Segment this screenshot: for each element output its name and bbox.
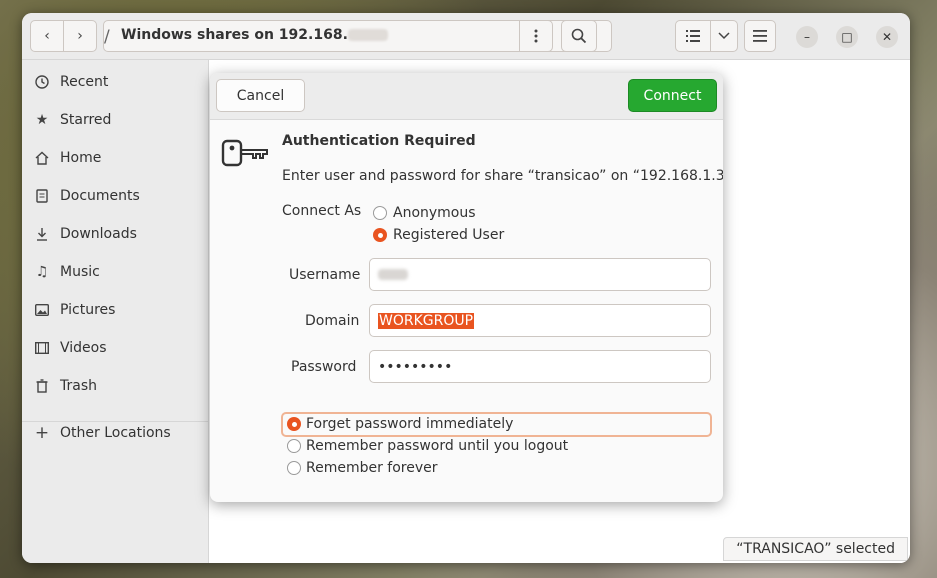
- registered-user-radio[interactable]: [373, 228, 387, 242]
- sidebar-item-downloads[interactable]: Downloads: [34, 222, 137, 246]
- registered-user-label[interactable]: Registered User: [393, 227, 504, 243]
- sidebar-item-starred[interactable]: ★ Starred: [34, 108, 112, 132]
- remember-until-logout-radio[interactable]: [287, 439, 301, 453]
- sidebar-item-music[interactable]: ♫ Music: [34, 260, 100, 284]
- sidebar-item-label: Home: [60, 150, 102, 166]
- path-menu-button[interactable]: [519, 20, 553, 52]
- headerbar: ‹ › / Windows shares on 192.168. – □ ✕: [22, 13, 910, 60]
- anonymous-label[interactable]: Anonymous: [393, 205, 476, 221]
- home-icon: [34, 151, 50, 165]
- list-view-icon: [686, 30, 700, 42]
- key-icon: [221, 139, 268, 167]
- sidebar-item-label: Documents: [60, 188, 140, 204]
- forward-button[interactable]: ›: [63, 20, 97, 52]
- password-value: •••••••••: [378, 358, 453, 375]
- minimize-icon: –: [804, 30, 810, 44]
- remember-forever-label[interactable]: Remember forever: [306, 460, 438, 476]
- sidebar-item-label: Starred: [60, 112, 112, 128]
- connect-as-label: Connect As: [282, 203, 362, 219]
- domain-field[interactable]: WORKGROUP: [369, 304, 711, 337]
- dialog-heading: Authentication Required: [282, 133, 476, 149]
- sidebar-item-videos[interactable]: Videos: [34, 336, 107, 360]
- domain-label: Domain: [305, 313, 360, 329]
- sidebar-item-home[interactable]: Home: [34, 146, 101, 170]
- hamburger-icon: [753, 30, 767, 42]
- cancel-button[interactable]: Cancel: [216, 79, 305, 112]
- forget-password-radio[interactable]: [287, 417, 301, 431]
- connect-button[interactable]: Connect: [628, 79, 717, 112]
- username-label: Username: [289, 267, 361, 283]
- search-icon: [571, 28, 587, 44]
- chevron-left-icon: ‹: [44, 28, 50, 44]
- close-button[interactable]: ✕: [876, 26, 898, 48]
- star-icon: ★: [35, 112, 49, 128]
- download-icon: [34, 227, 50, 241]
- plus-icon: +: [34, 423, 50, 443]
- sidebar: Recent ★ Starred Home Documents Download…: [22, 60, 209, 563]
- clock-icon: [34, 75, 50, 89]
- document-icon: [34, 189, 50, 203]
- chevron-right-icon: ›: [77, 28, 83, 44]
- close-icon: ✕: [881, 30, 893, 44]
- password-field[interactable]: •••••••••: [369, 350, 711, 383]
- maximize-icon: □: [841, 30, 853, 44]
- forget-password-label[interactable]: Forget password immediately: [306, 416, 513, 432]
- search-button[interactable]: [561, 20, 597, 52]
- sidebar-item-label: Music: [60, 264, 100, 280]
- path-separator: /: [104, 27, 110, 47]
- sidebar-item-label: Recent: [60, 74, 109, 90]
- sidebar-item-label: Pictures: [60, 302, 116, 318]
- picture-icon: [34, 304, 50, 316]
- authentication-dialog: Cancel Connect Authentication Required E…: [210, 73, 723, 502]
- remember-until-logout-label[interactable]: Remember password until you logout: [306, 438, 568, 454]
- sidebar-item-label: Videos: [60, 340, 107, 356]
- minimize-button[interactable]: –: [796, 26, 818, 48]
- sidebar-item-label: Other Locations: [60, 425, 171, 441]
- status-label: “TRANSICAO” selected: [723, 537, 908, 561]
- sidebar-item-label: Downloads: [60, 226, 137, 242]
- domain-value: WORKGROUP: [378, 312, 475, 329]
- sidebar-item-pictures[interactable]: Pictures: [34, 298, 115, 322]
- username-value-redacted: [378, 269, 408, 280]
- dialog-header: Cancel Connect: [210, 73, 723, 120]
- path-title: Windows shares on 192.168.: [121, 27, 388, 43]
- sidebar-item-trash[interactable]: Trash: [34, 374, 97, 398]
- sidebar-item-documents[interactable]: Documents: [34, 184, 140, 208]
- chevron-down-icon: [718, 32, 730, 40]
- remember-forever-radio[interactable]: [287, 461, 301, 475]
- username-field[interactable]: [369, 258, 711, 291]
- maximize-button[interactable]: □: [836, 26, 858, 48]
- sidebar-item-label: Trash: [60, 378, 97, 394]
- sidebar-item-recent[interactable]: Recent: [34, 70, 108, 94]
- dialog-message: Enter user and password for share “trans…: [282, 168, 723, 184]
- view-options-button[interactable]: [710, 20, 738, 52]
- main-menu-button[interactable]: [744, 20, 776, 52]
- kebab-menu-icon: [534, 29, 538, 43]
- music-icon: ♫: [35, 264, 49, 280]
- back-button[interactable]: ‹: [30, 20, 64, 52]
- anonymous-radio[interactable]: [373, 206, 387, 220]
- view-list-button[interactable]: [675, 20, 711, 52]
- sidebar-item-other-locations[interactable]: + Other Locations: [34, 421, 171, 445]
- trash-icon: [34, 379, 50, 393]
- video-icon: [34, 342, 50, 354]
- password-label: Password: [291, 359, 357, 375]
